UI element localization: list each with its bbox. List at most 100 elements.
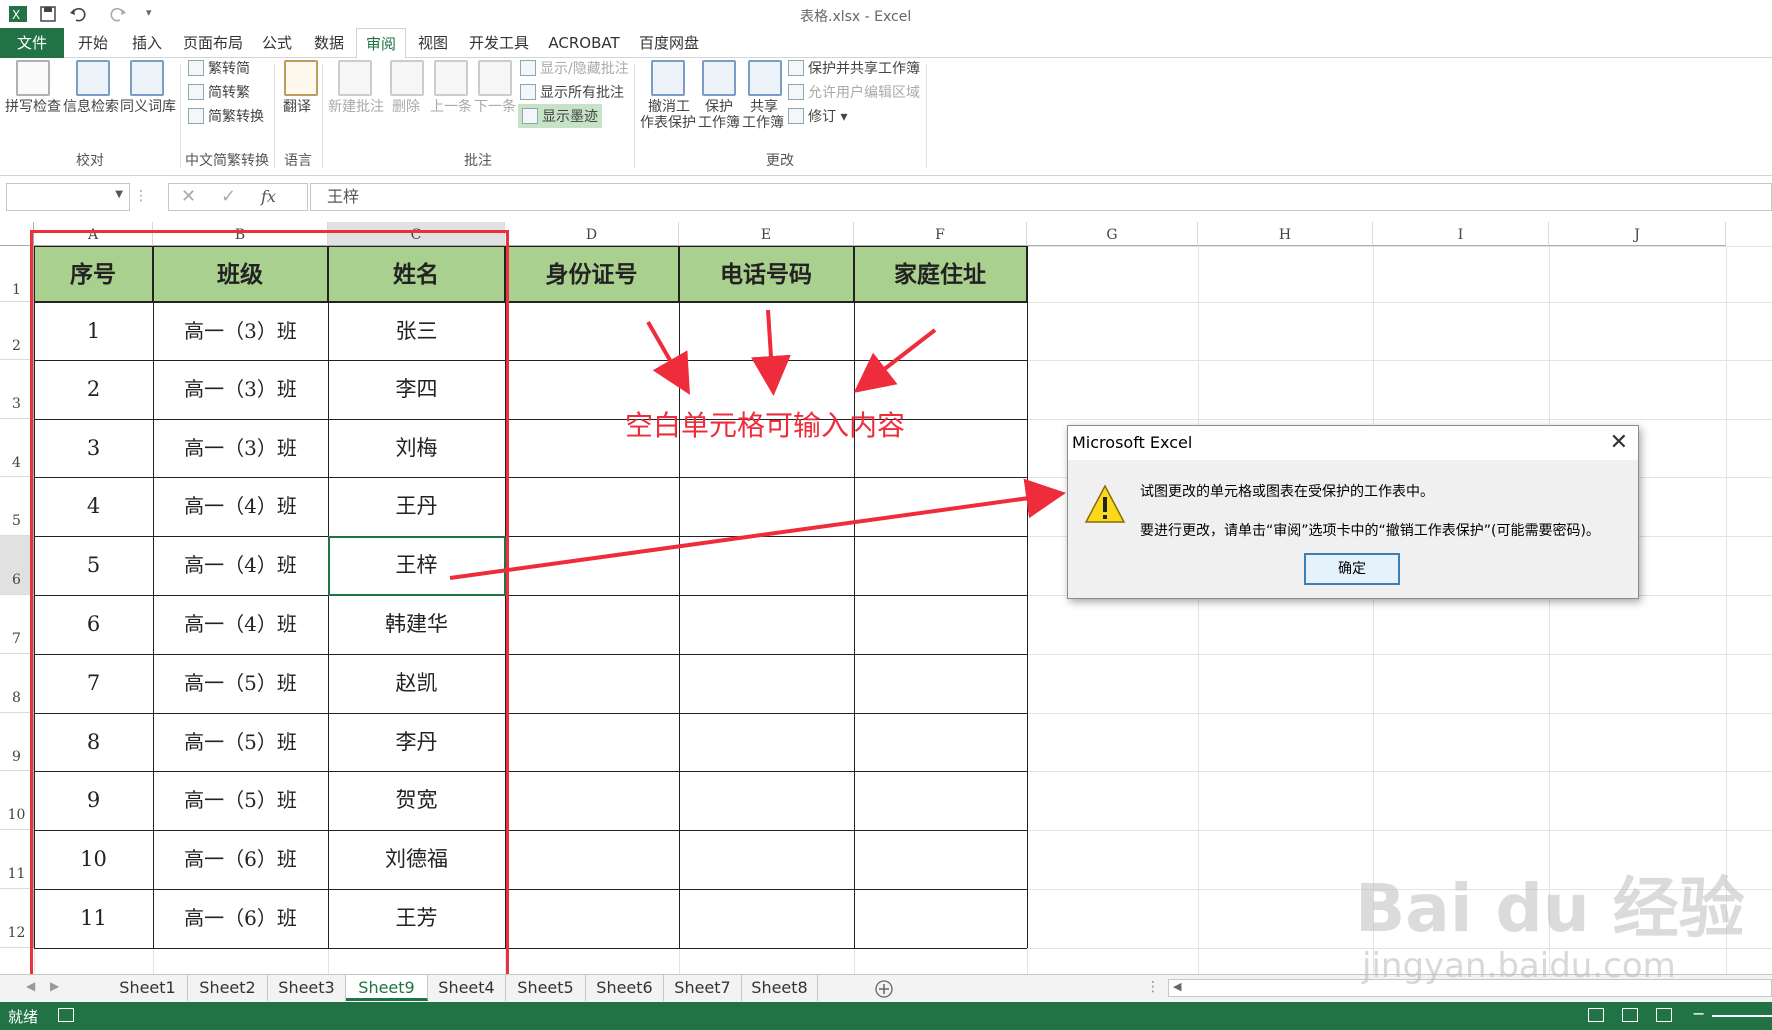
column-header-i[interactable]: I [1373,222,1549,246]
redo-icon[interactable] [108,4,128,24]
column-header-j[interactable]: J [1549,222,1726,246]
previous-comment-button[interactable]: 上一条 [430,96,472,116]
tab-baidu-netdisk[interactable]: 百度网盘 [632,28,706,58]
row-header-8[interactable]: 8 [0,654,34,713]
normal-view-icon[interactable] [1588,1008,1604,1022]
sheet-tab-sheet8[interactable]: Sheet8 [742,975,818,1001]
spell-check-icon[interactable] [16,60,50,96]
show-hide-comment-button[interactable]: 显示/隐藏批注 [520,58,629,78]
show-all-comments-button[interactable]: 显示所有批注 [520,82,624,102]
row-header-12[interactable]: 12 [0,889,34,948]
macro-record-icon[interactable] [58,1008,74,1022]
research-button[interactable]: 信息检索 [63,96,119,116]
scroll-left-icon[interactable]: ◀ [26,979,35,993]
tab-formulas[interactable]: 公式 [254,28,300,58]
table-header-cell[interactable]: 身份证号 [505,246,679,302]
next-comment-button[interactable]: 下一条 [474,96,516,116]
sheet-tab-sheet3[interactable]: Sheet3 [268,975,346,1001]
document-title: 表格.xlsx - Excel [800,9,912,25]
row-header-5[interactable]: 5 [0,477,34,536]
convert-button[interactable]: 简繁转换 [188,106,264,126]
insert-function-button[interactable]: fx [261,187,276,206]
save-icon[interactable] [38,4,58,24]
formula-bar-grip-icon[interactable]: ⋮ [134,188,148,204]
protect-share-button[interactable]: 保护并共享工作簿 [788,58,920,78]
row-header-9[interactable]: 9 [0,713,34,771]
delete-comment-button[interactable]: 删除 [392,96,420,116]
row-header-10[interactable]: 10 [0,771,34,830]
column-header-g[interactable]: G [1027,222,1198,246]
new-sheet-icon[interactable] [874,979,894,999]
sheet-tab-sheet9[interactable]: Sheet9 [346,975,428,1001]
tab-page-layout[interactable]: 页面布局 [176,28,250,58]
thesaurus-button[interactable]: 同义词库 [120,96,176,116]
scroll-right-icon[interactable]: ▶ [50,979,59,993]
table-header-cell[interactable]: 电话号码 [679,246,854,302]
row-header-11[interactable]: 11 [0,830,34,889]
formula-input[interactable]: 王梓 [310,183,1772,211]
cancel-icon[interactable]: ✕ [181,186,196,207]
translate-icon[interactable] [284,60,318,96]
tab-review[interactable]: 审阅 [356,28,406,59]
row-header-1[interactable]: 1 [0,246,34,302]
close-icon[interactable]: ✕ [1610,430,1628,455]
sheet-tab-sheet6[interactable]: Sheet6 [586,975,664,1001]
show-ink-button[interactable]: 显示墨迹 [518,104,602,128]
unprotect-sheet-line2[interactable]: 作表保护 [640,112,696,132]
excel-logo-icon: X [9,6,27,22]
sheet-tab-sheet2[interactable]: Sheet2 [188,975,268,1001]
table-header-cell[interactable]: 家庭住址 [854,246,1027,302]
tab-insert[interactable]: 插入 [122,28,172,58]
tab-acrobat[interactable]: ACROBAT [542,28,626,58]
share-workbook-icon[interactable] [748,60,782,96]
column-header-d[interactable]: D [505,222,679,246]
tab-developer[interactable]: 开发工具 [462,28,536,58]
new-comment-icon[interactable] [338,60,372,96]
row-header-4[interactable]: 4 [0,419,34,477]
name-box-dropdown-icon[interactable]: ▼ [115,189,123,200]
row-header-6[interactable]: 6 [0,536,34,595]
previous-comment-icon[interactable] [434,60,468,96]
zoom-out-icon[interactable]: − [1692,1004,1705,1023]
share-workbook-line2[interactable]: 工作簿 [742,112,784,132]
delete-comment-icon[interactable] [390,60,424,96]
sheet-tab-sheet7[interactable]: Sheet7 [664,975,742,1001]
translate-button[interactable]: 翻译 [283,96,311,116]
sheet-tab-sheet1[interactable]: Sheet1 [108,975,188,1001]
page-layout-view-icon[interactable] [1622,1008,1638,1022]
row-header-2[interactable]: 2 [0,302,34,360]
undo-icon[interactable] [68,4,88,24]
next-comment-icon[interactable] [478,60,512,96]
tab-view[interactable]: 视图 [410,28,456,58]
track-changes-button[interactable]: 修订 ▾ [788,106,847,126]
page-break-view-icon[interactable] [1656,1008,1672,1022]
enter-icon[interactable]: ✓ [221,186,236,207]
qat-customize-icon[interactable]: ▾ [146,6,152,19]
select-all-corner[interactable] [0,222,34,246]
scroll-left-arrow-icon[interactable]: ◀ [1173,980,1181,993]
spell-check-button[interactable]: 拼写检查 [5,96,61,116]
tab-data[interactable]: 数据 [304,28,354,58]
sheet-tab-sheet4[interactable]: Sheet4 [428,975,506,1001]
tab-file[interactable]: 文件 [0,28,64,58]
new-comment-button[interactable]: 新建批注 [328,96,384,116]
column-header-f[interactable]: F [854,222,1027,246]
row-header-7[interactable]: 7 [0,595,34,654]
ok-button[interactable]: 确定 [1304,553,1400,585]
sheet-tab-sheet5[interactable]: Sheet5 [506,975,586,1001]
column-header-h[interactable]: H [1198,222,1373,246]
s2t-button[interactable]: 简转繁 [188,82,250,102]
tab-home[interactable]: 开始 [68,28,118,58]
t2s-button[interactable]: 繁转简 [188,58,250,78]
zoom-slider[interactable] [1712,1015,1772,1017]
thesaurus-icon[interactable] [130,60,164,96]
research-icon[interactable] [76,60,110,96]
column-header-e[interactable]: E [679,222,854,246]
allow-edit-ranges-button[interactable]: 允许用户编辑区域 [788,82,920,102]
protect-workbook-line2[interactable]: 工作簿 [698,112,740,132]
unprotect-sheet-icon[interactable] [651,60,685,96]
name-box[interactable]: ▼ [6,183,130,211]
row-header-3[interactable]: 3 [0,360,34,419]
tab-split-grip-icon[interactable]: ⋮ [1146,979,1160,995]
protect-workbook-icon[interactable] [702,60,736,96]
